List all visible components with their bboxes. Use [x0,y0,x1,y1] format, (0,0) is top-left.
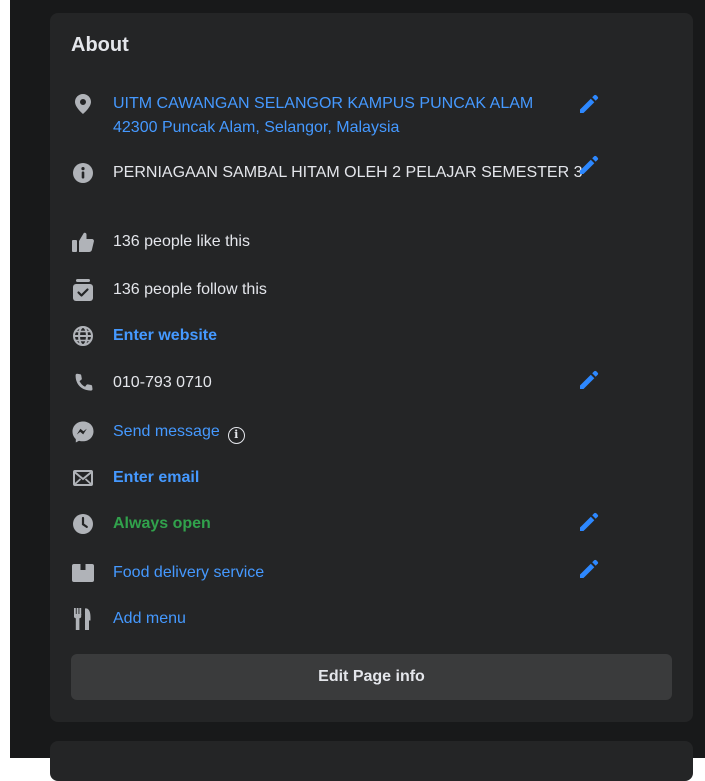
thumbs-up-icon [71,230,95,254]
messenger-icon [71,420,95,444]
about-title: About [71,34,129,56]
edit-service-button[interactable] [576,558,602,584]
add-menu-link[interactable]: Add menu [113,607,623,631]
edit-phone-button[interactable] [576,369,602,395]
fork-knife-icon [71,607,95,631]
edit-hours-button[interactable] [576,511,602,537]
send-message-row: Send message i [113,420,623,444]
about-row-message: Send message i [71,420,676,444]
edit-description-button[interactable] [576,154,602,180]
location-pin-icon [71,92,95,116]
globe-icon [71,324,95,348]
about-row-website: Enter website [71,324,676,348]
phone-icon [71,371,95,395]
description-text: PERNIAGAAN SAMBAL HITAM OLEH 2 PELAJAR S… [113,164,583,181]
delivery-box-icon [71,561,95,585]
hours-text: Always open [113,515,211,532]
location-link[interactable]: UITM CAWANGAN SELANGOR KAMPUS PUNCAK ALA… [113,92,623,140]
location-line-2[interactable]: 42300 Puncak Alam, Selangor, Malaysia [113,116,623,140]
pencil-icon [577,368,601,397]
pencil-icon [577,557,601,586]
enter-email-link[interactable]: Enter email [113,466,623,490]
send-message-link[interactable]: Send message [113,423,220,440]
enter-website-link[interactable]: Enter website [113,324,623,348]
edit-location-button[interactable] [576,93,602,119]
pencil-icon [577,92,601,121]
about-row-likes: 136 people like this [71,230,676,254]
about-row-email: Enter email [71,466,676,490]
phone-text: 010-793 0710 [113,374,212,391]
follows-text: 136 people follow this [113,281,267,298]
about-row-follows: 136 people follow this [71,278,676,302]
follow-icon [71,278,95,302]
location-line-1[interactable]: UITM CAWANGAN SELANGOR KAMPUS PUNCAK ALA… [113,92,623,116]
pencil-icon [577,153,601,182]
about-row-menu: Add menu [71,607,676,631]
likes-text: 136 people like this [113,233,250,250]
clock-icon [71,512,95,536]
pencil-icon [577,510,601,539]
edit-page-info-button[interactable]: Edit Page info [71,654,672,700]
info-circle-icon[interactable]: i [227,426,245,444]
envelope-icon [71,466,95,490]
next-card [50,741,693,781]
food-delivery-link[interactable]: Food delivery service [113,561,623,585]
info-icon [71,161,95,185]
